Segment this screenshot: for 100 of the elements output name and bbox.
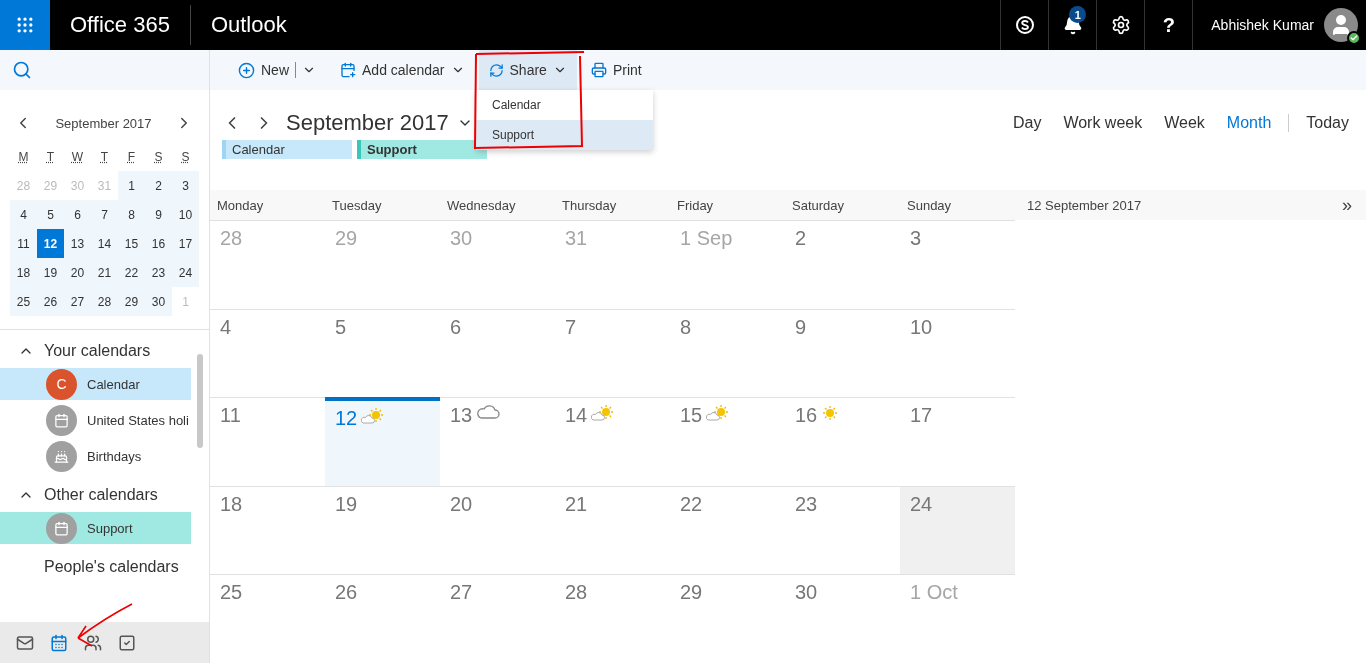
mini-calendar-day[interactable]: 10: [172, 200, 199, 229]
calendar-nav-button[interactable]: [50, 633, 68, 652]
calendar-icon: [50, 633, 68, 652]
day-number: 27: [450, 581, 473, 605]
settings-icon: [1110, 15, 1131, 35]
day-number: 30: [450, 227, 473, 250]
view-tab[interactable]: Month: [1221, 114, 1277, 132]
calendar-group-header[interactable]: People's calendars: [0, 546, 191, 582]
new-button[interactable]: New: [228, 50, 326, 90]
day-cell[interactable]: 17: [900, 397, 1015, 486]
app-launcher-button[interactable]: [0, 0, 50, 50]
day-number: 16: [795, 404, 818, 428]
day-number: 13: [450, 404, 473, 428]
mini-calendar-day[interactable]: 4: [10, 200, 37, 229]
plus-icon: [238, 61, 255, 79]
sun-icon: [821, 404, 840, 423]
calendar-list-item[interactable]: Support: [0, 512, 191, 544]
month-picker[interactable]: September 2017: [286, 110, 473, 136]
mini-calendar-day[interactable]: 5: [37, 200, 64, 229]
today-button[interactable]: Today: [1301, 114, 1354, 132]
scrollbar[interactable]: [197, 354, 203, 448]
mini-calendar-day[interactable]: 1: [118, 171, 145, 200]
mini-calendar-title: September 2017: [55, 115, 152, 131]
calendar-name: United States holi: [87, 412, 189, 428]
day-number: 12: [335, 407, 358, 431]
day-cell[interactable]: 12: [325, 397, 440, 486]
expand-button[interactable]: »: [1342, 194, 1352, 216]
mini-calendar-day[interactable]: 17: [172, 229, 199, 258]
mini-calendar-day[interactable]: 3: [172, 171, 199, 200]
calendar-group-header[interactable]: Other calendars: [0, 474, 191, 510]
day-number: 31: [565, 227, 588, 250]
view-tab[interactable]: Day: [1007, 114, 1047, 132]
mini-calendar-day[interactable]: 22: [118, 258, 145, 287]
mini-calendar-day[interactable]: 14: [91, 229, 118, 258]
weekday-header: Tuesday: [325, 190, 440, 220]
mini-calendar-day[interactable]: 21: [91, 258, 118, 287]
print-button[interactable]: Print: [580, 50, 652, 90]
view-tab[interactable]: Week: [1159, 114, 1210, 132]
day-cell[interactable]: 10: [900, 308, 1015, 398]
day-number: 30: [795, 581, 818, 605]
mini-calendar-day[interactable]: 11: [10, 229, 37, 258]
day-number: 28: [220, 227, 243, 250]
calendar-chip: Support: [357, 140, 487, 159]
mini-calendar-day[interactable]: 30: [145, 287, 172, 316]
search-icon[interactable]: [12, 60, 32, 80]
mini-calendar-day[interactable]: 25: [10, 287, 37, 316]
day-number: 5: [335, 315, 347, 339]
menu-item[interactable]: Calendar: [476, 90, 653, 120]
people-nav-button[interactable]: [84, 633, 102, 652]
calendar-list-item[interactable]: Birthdays: [0, 440, 191, 472]
day-number: 8: [680, 315, 692, 339]
day-number: 23: [795, 492, 818, 516]
mini-calendar-day[interactable]: 12: [37, 229, 64, 258]
group-title: Your calendars: [44, 342, 151, 360]
mini-calendar-day[interactable]: 13: [64, 229, 91, 258]
calendar-group-header[interactable]: Your calendars: [0, 330, 191, 366]
weekday-label: S: [180, 148, 191, 166]
app-grid-icon[interactable]: [15, 15, 35, 35]
mini-calendar-day[interactable]: 23: [145, 258, 172, 287]
calendar-name: Birthdays: [87, 448, 142, 464]
checkbox-icon: [118, 633, 136, 652]
mini-calendar-day[interactable]: 18: [10, 258, 37, 287]
mini-calendar-day[interactable]: 9: [145, 200, 172, 229]
day-cell[interactable]: 24: [900, 485, 1015, 575]
mini-calendar-day[interactable]: 24: [172, 258, 199, 287]
user-avatar[interactable]: [1324, 8, 1358, 42]
share-button[interactable]: Share: [478, 50, 577, 90]
weekday-header: Thursday: [555, 190, 670, 220]
weekday-label: T: [99, 148, 110, 166]
day-number: 22: [680, 492, 703, 516]
mini-calendar-day[interactable]: 2: [145, 171, 172, 200]
partly-sunny-icon: [706, 404, 731, 423]
day-number: 14: [565, 404, 588, 428]
calendar-list-item[interactable]: United States holi: [0, 404, 191, 436]
mini-calendar-day[interactable]: 15: [118, 229, 145, 258]
day-number: 29: [335, 227, 358, 250]
mail-icon: [16, 633, 34, 652]
mini-calendar-day[interactable]: 7: [91, 200, 118, 229]
cloud-icon: [476, 404, 501, 421]
day-number: 28: [565, 581, 588, 605]
mail-nav-button[interactable]: [16, 633, 34, 652]
mini-calendar-day[interactable]: 16: [145, 229, 172, 258]
weekday-label: S: [153, 148, 164, 166]
mini-calendar-day[interactable]: 20: [64, 258, 91, 287]
mini-calendar-day[interactable]: 27: [64, 287, 91, 316]
add-button[interactable]: Add calendar: [330, 50, 475, 90]
day-number: 11: [220, 404, 241, 428]
mini-calendar-day[interactable]: 28: [91, 287, 118, 316]
day-number: 1 Oct: [910, 581, 958, 605]
menu-item[interactable]: Support: [476, 120, 653, 150]
mini-calendar-day[interactable]: 26: [37, 287, 64, 316]
mini-calendar-day[interactable]: 6: [64, 200, 91, 229]
view-tab[interactable]: Work week: [1058, 114, 1148, 132]
day-cell[interactable]: 3: [900, 220, 1015, 309]
mini-calendar-day[interactable]: 19: [37, 258, 64, 287]
weekday-label: W: [70, 148, 85, 166]
tasks-nav-button[interactable]: [118, 633, 136, 652]
calendar-list-item[interactable]: C Calendar: [0, 368, 191, 400]
mini-calendar-day[interactable]: 8: [118, 200, 145, 229]
mini-calendar-day[interactable]: 29: [118, 287, 145, 316]
